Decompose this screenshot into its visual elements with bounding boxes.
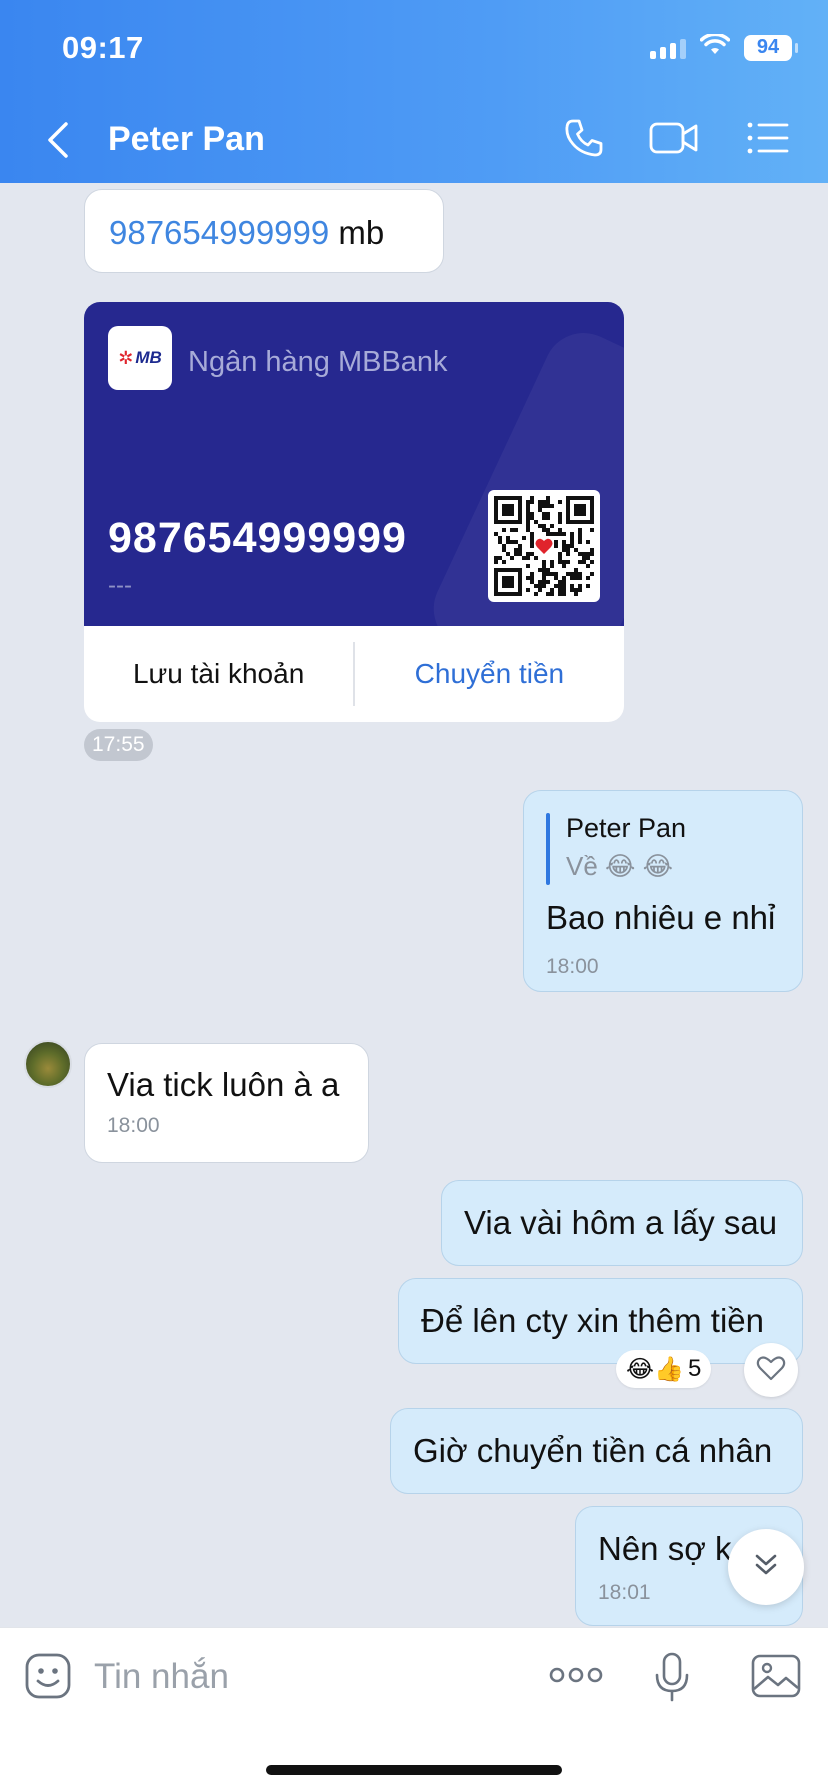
sticker-icon [24, 1652, 72, 1705]
message-text: Giờ chuyển tiền cá nhân [413, 1432, 773, 1469]
quote-bar [546, 813, 550, 885]
message-time: 18:00 [546, 955, 599, 978]
more-options-button[interactable] [544, 1662, 608, 1692]
menu-icon [746, 121, 790, 160]
contact-name[interactable]: Peter Pan [108, 120, 265, 159]
message-time: 18:01 [598, 1581, 651, 1604]
status-time: 09:17 [62, 30, 144, 65]
reaction-badge[interactable]: 😂👍 5 [616, 1350, 712, 1388]
message-bubble-outgoing[interactable]: Để lên cty xin thêm tiền [398, 1278, 803, 1364]
message-bubble-outgoing[interactable]: Giờ chuyển tiền cá nhân [390, 1408, 803, 1494]
status-indicators: 94 [650, 32, 798, 61]
video-call-button[interactable] [648, 116, 700, 164]
quote-author: Peter Pan [566, 813, 687, 843]
reaction-emojis: 😂👍 [626, 1355, 684, 1383]
wifi-icon [699, 32, 731, 61]
card-account-number: 987654999999 [108, 514, 407, 562]
message-list[interactable]: 987654999999 mb ✲ MB Ngân hàng MBBank 98… [0, 183, 828, 1627]
scroll-to-bottom-button[interactable] [728, 1529, 804, 1605]
bank-logo-text: MB [135, 348, 162, 367]
message-bubble-outgoing[interactable]: Via vài hôm a lấy sau [441, 1180, 803, 1266]
message-time-chip: 17:55 [84, 729, 153, 761]
message-bubble-reply[interactable]: Peter Pan Về 😂 😂 Bao nhiêu e nhỉ 18:00 [523, 790, 803, 992]
react-button[interactable] [744, 1343, 798, 1397]
bank-card-body: ✲ MB Ngân hàng MBBank 987654999999 --- [84, 302, 624, 626]
chat-header: 09:17 94 Peter Pan [0, 0, 828, 183]
video-icon [648, 118, 700, 163]
voice-message-button[interactable] [648, 1650, 696, 1708]
mbbank-logo: ✲ MB [108, 326, 172, 390]
mic-icon [652, 1651, 692, 1708]
qr-code[interactable] [488, 490, 600, 602]
signal-icon [650, 37, 686, 59]
message-time: 18:00 [107, 1114, 160, 1137]
sender-avatar[interactable] [24, 1040, 72, 1088]
reaction-count: 5 [687, 1355, 702, 1382]
save-account-button[interactable]: Lưu tài khoản [84, 658, 353, 690]
call-button[interactable] [558, 116, 610, 164]
options-button[interactable] [742, 116, 794, 164]
message-input[interactable] [94, 1650, 514, 1704]
message-text: Nên sợ k [598, 1530, 732, 1567]
message-text: Via vài hôm a lấy sau [464, 1204, 778, 1241]
message-text: Bao nhiêu e nhỉ [546, 899, 776, 936]
chevron-down-icon [752, 1552, 780, 1583]
heart-icon [756, 1354, 786, 1387]
image-icon [750, 1653, 802, 1704]
message-composer [0, 1627, 828, 1792]
account-suffix: mb [329, 214, 385, 251]
back-icon [46, 121, 70, 164]
message-text: Để lên cty xin thêm tiền [421, 1302, 764, 1339]
more-icon [548, 1665, 604, 1690]
sticker-button[interactable] [22, 1652, 74, 1704]
battery-indicator: 94 [744, 34, 798, 61]
phone-icon [562, 116, 606, 165]
account-number-link[interactable]: 987654999999 [109, 214, 329, 251]
quote-text: Về 😂 😂 [566, 851, 674, 881]
back-button[interactable] [40, 116, 76, 168]
transfer-money-button[interactable]: Chuyển tiền [355, 658, 624, 690]
card-actions: Lưu tài khoản Chuyển tiền [84, 626, 624, 722]
message-text: Via tick luôn à a [107, 1066, 340, 1103]
bank-account-card[interactable]: ✲ MB Ngân hàng MBBank 987654999999 --- L… [84, 302, 624, 722]
card-account-holder: --- [108, 572, 132, 599]
send-image-button[interactable] [748, 1652, 804, 1704]
bank-name: Ngân hàng MBBank [188, 346, 448, 378]
message-bubble-incoming[interactable]: Via tick luôn à a 18:00 [84, 1043, 369, 1163]
message-bubble-account[interactable]: 987654999999 mb [84, 189, 444, 273]
home-indicator [266, 1765, 562, 1775]
star-icon: ✲ [118, 347, 134, 368]
